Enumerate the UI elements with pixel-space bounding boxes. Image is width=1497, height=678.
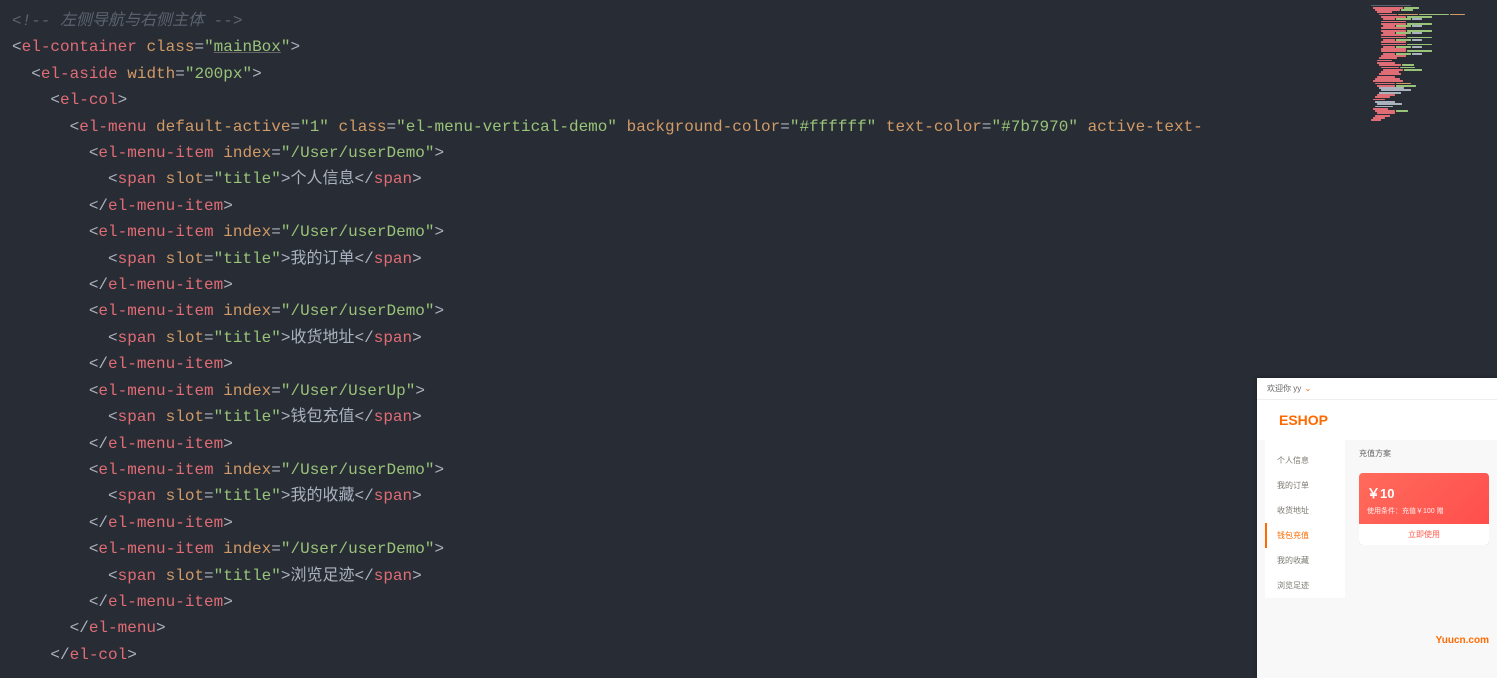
- sidebar-item-wallet[interactable]: 钱包充值: [1265, 523, 1345, 548]
- preview-topbar: 欢迎你 yy ⌄: [1257, 378, 1497, 400]
- logo[interactable]: ESHOP: [1257, 400, 1497, 440]
- minimap[interactable]: [1367, 0, 1497, 220]
- sidebar-item-profile[interactable]: 个人信息: [1265, 448, 1345, 473]
- comment-line: <!-- 左侧导航与右侧主体 -->: [12, 12, 242, 30]
- sidebar-item-favorites[interactable]: 我的收藏: [1265, 548, 1345, 573]
- username-text: yy: [1291, 384, 1303, 393]
- watermark: Yuucn.com: [1436, 635, 1489, 646]
- card-description: 使用条件：充值￥100 赠: [1367, 506, 1481, 516]
- chevron-down-icon[interactable]: ⌄: [1304, 384, 1311, 393]
- main-section-title: 充值方案: [1359, 448, 1489, 459]
- preview-main: 充值方案 ￥10 使用条件：充值￥100 赠 立即使用: [1359, 440, 1489, 598]
- use-now-button[interactable]: 立即使用: [1359, 524, 1489, 545]
- sidebar-item-history[interactable]: 浏览足迹: [1265, 573, 1345, 598]
- welcome-text: 欢迎你: [1267, 384, 1291, 393]
- sidebar-item-address[interactable]: 收货地址: [1265, 498, 1345, 523]
- sidebar-item-orders[interactable]: 我的订单: [1265, 473, 1345, 498]
- browser-preview: 欢迎你 yy ⌄ ESHOP 个人信息 我的订单 收货地址 钱包充值 我的收藏 …: [1257, 378, 1497, 678]
- recharge-card[interactable]: ￥10 使用条件：充值￥100 赠 立即使用: [1359, 473, 1489, 545]
- preview-sidebar: 个人信息 我的订单 收货地址 钱包充值 我的收藏 浏览足迹: [1265, 440, 1345, 598]
- card-price: ￥10: [1367, 483, 1481, 502]
